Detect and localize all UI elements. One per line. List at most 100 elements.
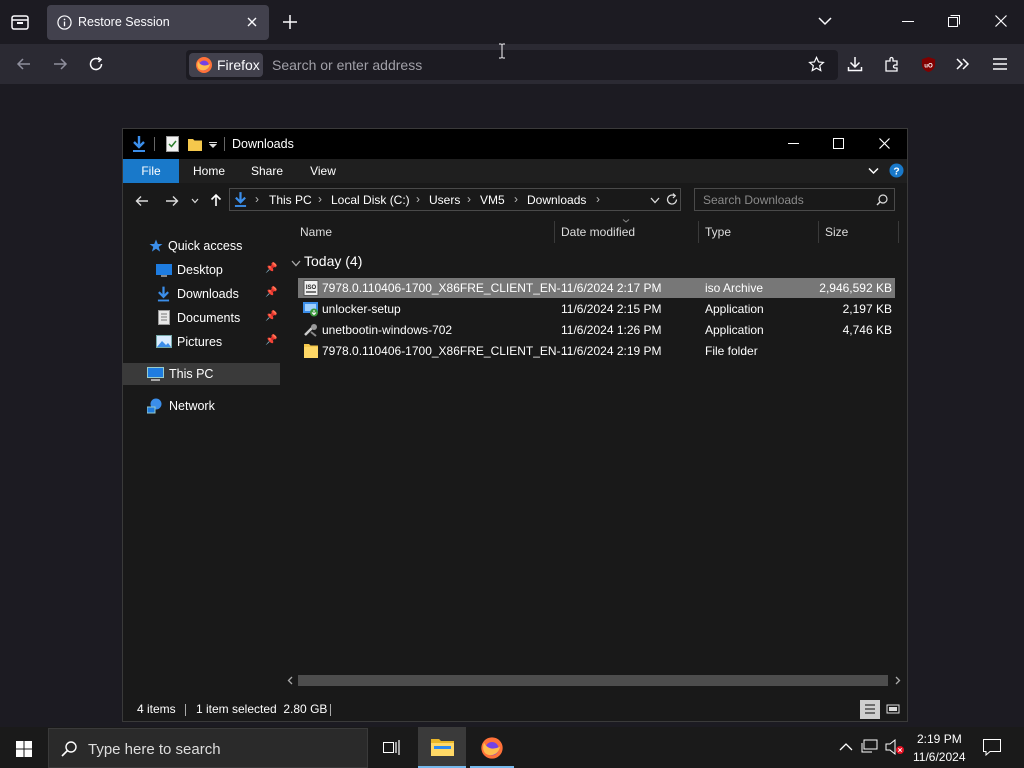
forward-icon[interactable] (52, 56, 68, 72)
tab-share[interactable]: Share (243, 159, 291, 183)
hamburger-menu-icon[interactable] (992, 57, 1008, 71)
expand-ribbon-icon[interactable] (868, 167, 879, 175)
taskbar-search-box[interactable]: Type here to search (48, 728, 368, 768)
nav-network[interactable]: Network (123, 395, 280, 417)
file-row[interactable]: ISO 7978.0.110406-1700_X86FRE_CLIENT_EN-… (298, 278, 895, 298)
refresh-icon[interactable] (666, 193, 678, 206)
search-icon (61, 741, 77, 757)
list-all-tabs-icon[interactable] (818, 15, 832, 27)
nav-documents[interactable]: Documents 📌 (123, 307, 280, 329)
installer-icon (303, 301, 319, 317)
properties-icon[interactable] (166, 136, 179, 152)
nav-downloads[interactable]: Downloads 📌 (123, 283, 280, 305)
folder-icon (303, 343, 319, 359)
url-bar[interactable]: Firefox Search or enter address (186, 50, 838, 80)
show-hidden-icons-icon[interactable] (839, 742, 853, 751)
column-header-name[interactable]: Name (300, 225, 332, 247)
tab-view[interactable]: View (299, 159, 347, 183)
explorer-minimize-icon[interactable] (788, 143, 799, 145)
task-view-icon[interactable] (383, 739, 401, 756)
up-level-icon[interactable] (210, 193, 222, 207)
help-icon[interactable]: ? (889, 163, 904, 178)
svg-text:uO: uO (924, 62, 933, 69)
explorer-title-bar[interactable]: Downloads (123, 129, 907, 159)
info-icon (57, 15, 72, 30)
column-divider[interactable] (554, 221, 555, 243)
identity-box[interactable]: Firefox (189, 53, 263, 77)
taskbar-file-explorer[interactable] (418, 727, 466, 768)
column-divider[interactable] (898, 221, 899, 243)
svg-text:ISO: ISO (306, 285, 317, 291)
tab-home[interactable]: Home (185, 159, 233, 183)
new-folder-icon[interactable] (188, 137, 202, 151)
scrollbar-thumb[interactable] (298, 675, 888, 686)
horizontal-scrollbar[interactable] (281, 671, 907, 688)
column-header-date-modified[interactable]: Date modified (561, 225, 635, 247)
close-window-icon[interactable] (995, 15, 1007, 27)
breadcrumb-this-pc[interactable]: This PC (269, 193, 312, 207)
taskbar-firefox[interactable] (470, 727, 514, 768)
identity-label: Firefox (217, 57, 260, 73)
firefox-view-icon[interactable] (10, 12, 30, 32)
address-bar[interactable]: › This PC › Local Disk (C:) › Users › VM… (229, 188, 681, 211)
customize-toolbar-icon[interactable] (209, 142, 217, 148)
volume-muted-icon[interactable] (885, 739, 905, 755)
explorer-maximize-icon[interactable] (833, 138, 844, 149)
breadcrumb-users[interactable]: Users (429, 193, 460, 207)
minimize-icon[interactable] (902, 21, 914, 23)
breadcrumb-separator: › (514, 192, 518, 206)
breadcrumb-downloads[interactable]: Downloads (527, 193, 586, 207)
extensions-icon[interactable] (884, 56, 900, 72)
clock-time[interactable]: 2:19 PM (917, 732, 962, 746)
file-size: 2,946,592 KB (819, 281, 892, 295)
tab-restore-session[interactable]: Restore Session (47, 5, 269, 40)
overflow-menu-icon[interactable] (955, 56, 971, 72)
bookmark-star-icon[interactable] (808, 56, 825, 73)
clock-date[interactable]: 11/6/2024 (913, 750, 966, 764)
column-divider[interactable] (818, 221, 819, 243)
group-header-today[interactable]: Today (4) (304, 253, 362, 269)
file-row[interactable]: unetbootin-windows-702 11/6/2024 1:26 PM… (298, 320, 895, 340)
restore-icon[interactable] (948, 15, 960, 27)
breadcrumb-local-disk[interactable]: Local Disk (C:) (331, 193, 410, 207)
recent-locations-icon[interactable] (191, 198, 199, 204)
url-input[interactable]: Search or enter address (272, 57, 422, 73)
nav-this-pc[interactable]: This PC (123, 363, 280, 385)
navigation-pane: Quick access Desktop 📌 Downloads 📌 Docum… (123, 219, 280, 693)
file-row[interactable]: 7978.0.110406-1700_X86FRE_CLIENT_EN-... … (298, 341, 895, 361)
network-icon (147, 398, 164, 414)
address-history-icon[interactable] (650, 197, 660, 204)
tab-file[interactable]: File (123, 159, 179, 183)
explorer-close-icon[interactable] (879, 138, 890, 149)
search-downloads-field[interactable]: Search Downloads (694, 188, 895, 211)
explorer-forward-icon[interactable] (165, 195, 179, 207)
group-collapse-icon[interactable] (291, 260, 301, 267)
scroll-left-icon[interactable] (287, 676, 293, 685)
file-type: Application (705, 323, 764, 337)
reload-icon[interactable] (88, 56, 104, 72)
file-explorer-window[interactable]: Downloads File Home Share View ? › This … (122, 128, 908, 722)
file-name: 7978.0.110406-1700_X86FRE_CLIENT_EN-... (322, 281, 571, 295)
network-tray-icon[interactable] (861, 739, 879, 755)
back-icon[interactable] (16, 56, 32, 72)
ublock-origin-icon[interactable]: uO (920, 56, 937, 73)
large-icons-view-button[interactable] (883, 700, 903, 719)
column-header-type[interactable]: Type (705, 225, 731, 247)
address-row: › This PC › Local Disk (C:) › Users › VM… (123, 183, 907, 219)
column-header-size[interactable]: Size (825, 225, 848, 247)
action-center-icon[interactable] (983, 739, 1001, 756)
nav-desktop[interactable]: Desktop 📌 (123, 259, 280, 281)
details-view-button[interactable] (860, 700, 880, 719)
start-windows-icon[interactable] (16, 741, 32, 757)
downloads-icon[interactable] (847, 56, 863, 72)
explorer-back-icon[interactable] (135, 195, 149, 207)
new-tab-icon[interactable] (282, 14, 298, 30)
breadcrumb-vm5[interactable]: VM5 (480, 193, 505, 207)
scroll-right-icon[interactable] (895, 676, 901, 685)
file-type: iso Archive (705, 281, 764, 295)
close-tab-icon[interactable] (246, 16, 258, 28)
file-row[interactable]: unlocker-setup 11/6/2024 2:15 PM Applica… (298, 299, 895, 319)
nav-quick-access[interactable]: Quick access (123, 235, 280, 257)
column-divider[interactable] (698, 221, 699, 243)
nav-pictures[interactable]: Pictures 📌 (123, 331, 280, 353)
